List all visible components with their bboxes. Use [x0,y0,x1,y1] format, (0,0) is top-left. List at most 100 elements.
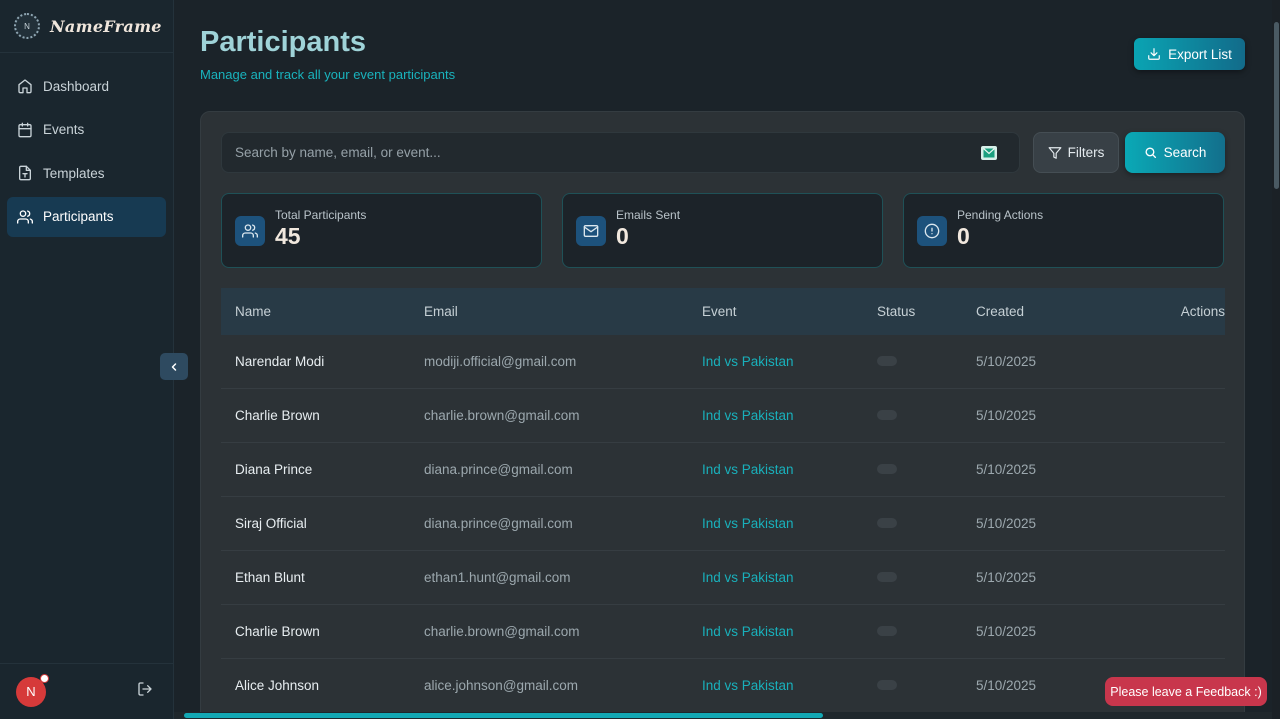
participant-email: charlie.brown@gmail.com [424,624,580,639]
avatar[interactable]: N [16,673,49,707]
users-icon [235,215,265,246]
vertical-scrollbar-thumb[interactable] [1274,22,1279,189]
stat-label: Total Participants [275,207,367,222]
participant-event-link[interactable]: Ind vs Pakistan [702,354,877,369]
search-input[interactable] [235,145,965,160]
search-button[interactable]: Search [1125,132,1225,173]
alert-circle-icon [917,215,947,246]
filters-label: Filters [1067,145,1105,160]
stat-total-participants: Total Participants 45 [221,193,542,268]
brand-name: NameFrame [50,16,162,36]
status-badge [877,464,897,474]
status-badge [877,410,897,420]
search-box [221,132,1020,173]
mail-icon [576,215,606,246]
stat-value: 0 [957,222,970,249]
brand-logo-icon: N [14,13,40,39]
table-header: Name Email Event Status Created Actions [221,288,1225,335]
search-label: Search [1163,145,1207,160]
participant-created: 5/10/2025 [976,462,1037,477]
sidebar-item-label: Participants [43,209,114,224]
participant-event-link[interactable]: Ind vs Pakistan [702,570,877,585]
status-cell [877,624,976,639]
participant-email: diana.prince@gmail.com [424,516,573,531]
main-content: Participants Manage and track all your e… [174,0,1272,719]
sidebar-item-participants[interactable]: Participants [7,196,166,237]
sidebar-item-events[interactable]: Events [7,110,166,150]
participant-created: 5/10/2025 [976,516,1037,531]
download-icon [1148,48,1160,60]
participant-name: Diana Prince [235,462,313,477]
column-header-email[interactable]: Email [424,304,702,319]
participant-email: charlie.brown@gmail.com [424,408,580,423]
participant-email: alice.johnson@gmail.com [424,678,579,693]
column-header-status[interactable]: Status [877,304,976,319]
mail-extension-icon[interactable] [981,146,997,160]
participant-event-link[interactable]: Ind vs Pakistan [702,408,877,423]
sidebar: N NameFrame Dashboard Events Templates P… [0,0,174,719]
avatar-initial: N [26,684,36,699]
table-row[interactable]: Diana Prince diana.prince@gmail.com Ind … [221,443,1225,497]
table-row[interactable]: Siraj Official diana.prince@gmail.com In… [221,497,1225,551]
sidebar-item-templates[interactable]: Templates [7,153,166,193]
logout-icon[interactable] [137,681,153,702]
table-row[interactable]: Ethan Blunt ethan1.hunt@gmail.com Ind vs… [221,551,1225,605]
page-title: Participants [200,26,366,58]
feedback-button[interactable]: Please leave a Feedback :) [1105,677,1267,706]
stat-pending-actions: Pending Actions 0 [903,193,1224,268]
table-row[interactable]: Narendar Modi modiji.official@gmail.com … [221,335,1225,389]
calendar-icon [17,122,33,138]
stat-label: Pending Actions [957,207,1044,222]
participant-event-link[interactable]: Ind vs Pakistan [702,516,877,531]
status-cell [877,462,976,477]
column-header-event[interactable]: Event [702,304,877,319]
stat-emails-sent: Emails Sent 0 [562,193,883,268]
sidebar-collapse-button[interactable] [160,353,188,380]
stat-label: Emails Sent [616,207,681,222]
sidebar-item-label: Dashboard [43,78,110,94]
status-cell [877,516,976,531]
column-header-actions: Actions [1180,304,1225,319]
participant-name: Narendar Modi [235,354,325,369]
filters-button[interactable]: Filters [1033,132,1119,173]
export-list-button[interactable]: Export List [1134,38,1245,70]
participant-event-link[interactable]: Ind vs Pakistan [702,678,877,693]
stat-value: 0 [616,222,629,249]
participant-created: 5/10/2025 [976,678,1037,693]
participant-email: ethan1.hunt@gmail.com [424,570,571,585]
search-icon [1145,147,1156,159]
page-subtitle: Manage and track all your event particip… [200,67,456,82]
table-row[interactable]: Alice Johnson alice.johnson@gmail.com In… [221,659,1225,713]
status-cell [877,408,976,423]
participant-created: 5/10/2025 [976,408,1037,423]
participant-event-link[interactable]: Ind vs Pakistan [702,624,877,639]
column-header-name[interactable]: Name [221,304,424,319]
vertical-scrollbar[interactable] [1272,0,1280,719]
column-header-created[interactable]: Created [976,304,1116,319]
sidebar-nav: Dashboard Events Templates Participants [0,53,173,253]
horizontal-scrollbar[interactable] [174,712,1272,719]
sidebar-footer: N [0,663,173,719]
participant-event-link[interactable]: Ind vs Pakistan [702,462,877,477]
sidebar-item-label: Events [43,122,85,137]
status-badge [877,626,897,636]
status-badge [877,572,897,582]
status-badge [877,518,897,528]
participant-name: Charlie Brown [235,408,320,423]
table-row[interactable]: Charlie Brown charlie.brown@gmail.com In… [221,605,1225,659]
export-list-label: Export List [1168,46,1232,62]
stat-value: 45 [275,222,301,249]
status-badge [877,680,897,690]
envelope-icon [983,148,995,158]
participants-card: Filters Search Total Participants 45 Ema… [200,111,1245,719]
brand[interactable]: N NameFrame [0,0,173,53]
home-icon [17,78,33,94]
participant-email: modiji.official@gmail.com [424,354,577,369]
participant-name: Charlie Brown [235,624,320,639]
sidebar-item-dashboard[interactable]: Dashboard [7,66,166,106]
horizontal-scrollbar-thumb[interactable] [184,713,823,718]
filter-icon [1048,146,1062,159]
participant-email: diana.prince@gmail.com [424,462,573,477]
participant-name: Ethan Blunt [235,570,305,585]
table-row[interactable]: Charlie Brown charlie.brown@gmail.com In… [221,389,1225,443]
